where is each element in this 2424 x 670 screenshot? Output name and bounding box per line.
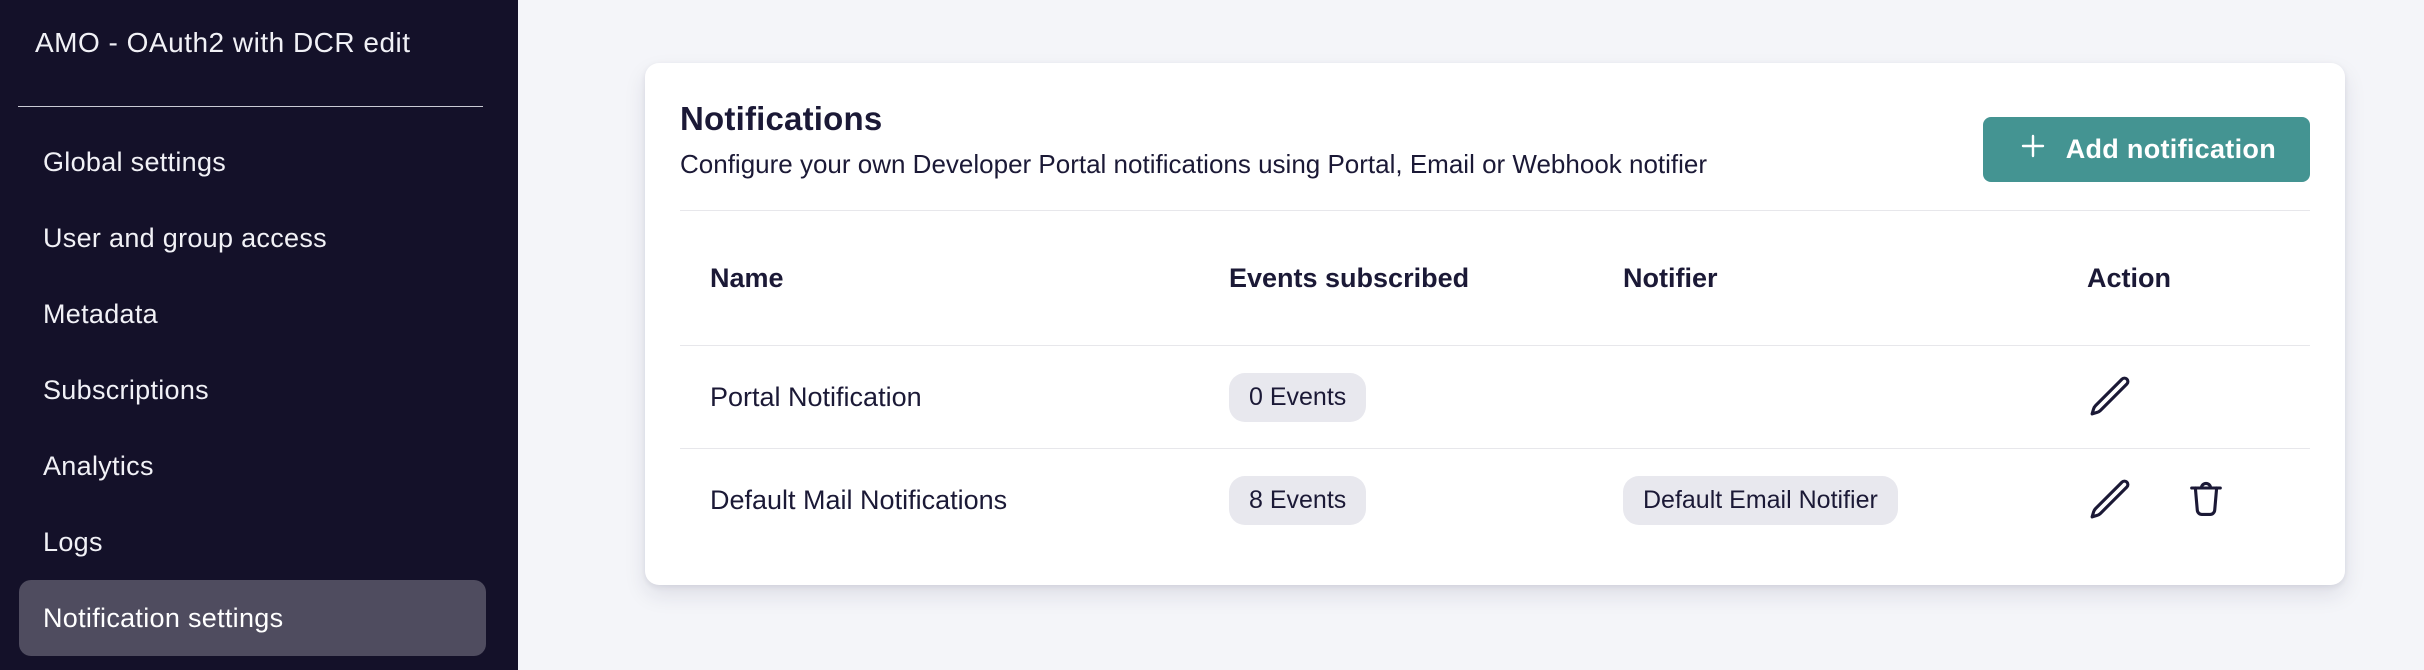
add-notification-label: Add notification xyxy=(2066,134,2276,165)
sidebar-item-notification-settings[interactable]: Notification settings xyxy=(19,580,486,656)
column-header-action: Action xyxy=(2087,263,2310,294)
notification-name: Portal Notification xyxy=(710,382,1229,413)
card-header: Notifications Configure your own Develop… xyxy=(645,63,2345,210)
row-actions xyxy=(2087,478,2310,524)
events-count-badge: 0 Events xyxy=(1229,373,1366,422)
page-title: Notifications xyxy=(680,99,1707,139)
pencil-icon xyxy=(2088,374,2132,421)
trash-icon xyxy=(2184,477,2228,524)
sidebar-divider xyxy=(18,106,483,107)
notifications-card: Notifications Configure your own Develop… xyxy=(645,63,2345,585)
notifier-badge: Default Email Notifier xyxy=(1623,476,1898,525)
column-header-name: Name xyxy=(710,263,1229,294)
row-actions xyxy=(2087,374,2310,420)
edit-notification-button[interactable] xyxy=(2087,374,2133,420)
sidebar-item-logs[interactable]: Logs xyxy=(19,504,486,580)
sidebar-item-global-settings[interactable]: Global settings xyxy=(19,124,486,200)
sidebar: AMO - OAuth2 with DCR edit Global settin… xyxy=(0,0,518,670)
table-row: Portal Notification 0 Events xyxy=(680,346,2310,448)
sidebar-item-analytics[interactable]: Analytics xyxy=(19,428,486,504)
events-count-badge: 8 Events xyxy=(1229,476,1366,525)
add-notification-button[interactable]: Add notification xyxy=(1983,117,2310,182)
plus-icon xyxy=(2017,130,2049,169)
sidebar-item-user-and-group-access[interactable]: User and group access xyxy=(19,200,486,276)
notifications-table: Name Events subscribed Notifier Action P… xyxy=(680,211,2310,552)
sidebar-item-metadata[interactable]: Metadata xyxy=(19,276,486,352)
edit-notification-button[interactable] xyxy=(2087,478,2133,524)
sidebar-menu: Global settings User and group access Me… xyxy=(0,124,518,656)
delete-notification-button[interactable] xyxy=(2183,478,2229,524)
main-content: Notifications Configure your own Develop… xyxy=(518,0,2424,670)
column-header-notifier: Notifier xyxy=(1623,263,2087,294)
table-header-row: Name Events subscribed Notifier Action xyxy=(680,211,2310,345)
sidebar-item-subscriptions[interactable]: Subscriptions xyxy=(19,352,486,428)
card-header-text: Notifications Configure your own Develop… xyxy=(680,99,1707,180)
pencil-icon xyxy=(2088,477,2132,524)
column-header-events-subscribed: Events subscribed xyxy=(1229,263,1623,294)
sidebar-title: AMO - OAuth2 with DCR edit xyxy=(35,27,483,59)
page-subtitle: Configure your own Developer Portal noti… xyxy=(680,149,1707,180)
table-row: Default Mail Notifications 8 Events Defa… xyxy=(680,449,2310,552)
notification-name: Default Mail Notifications xyxy=(710,485,1229,516)
